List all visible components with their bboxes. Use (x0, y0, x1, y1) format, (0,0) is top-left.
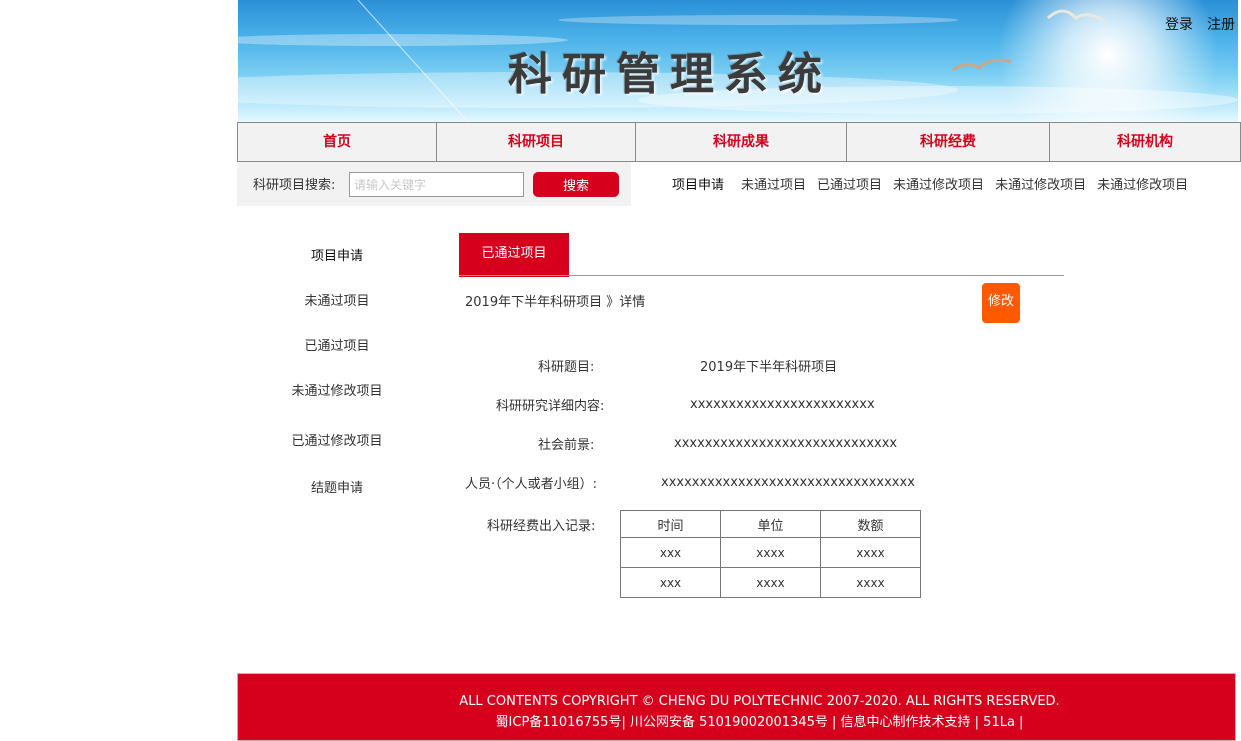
footer-icp: 蜀ICP备11016755号| 川公网安备 51019002001345号 | … (495, 715, 1024, 730)
sub-link-rejected-revised[interactable]: 未通过修改项目 (893, 174, 984, 193)
table-cell: xxx (620, 537, 721, 568)
main-nav: 首页 科研项目 科研成果 科研经费 科研机构 (237, 122, 1241, 162)
table-header-unit: 单位 (720, 510, 821, 538)
search-panel: 科研项目搜索: 搜索 (237, 162, 631, 206)
table-cell: xxxx (720, 537, 821, 568)
tab-divider (459, 275, 1064, 276)
nav-home[interactable]: 首页 (238, 123, 437, 161)
footer-copyright: ALL CONTENTS COPYRIGHT © CHENG DU POLYTE… (459, 694, 1060, 709)
title-value: 2019年下半年科研项目 (700, 360, 838, 375)
table-cell: xxxx (820, 567, 921, 598)
table-cell: xxxx (720, 567, 821, 598)
table-cell: xxx (620, 567, 721, 598)
tab-approved-projects[interactable]: 已通过项目 (459, 233, 569, 277)
sub-link-rejected-revised-2[interactable]: 未通过修改项目 (995, 174, 1086, 193)
login-link[interactable]: 登录 (1165, 14, 1193, 34)
nav-research-projects[interactable]: 科研项目 (437, 123, 636, 161)
header-banner: 科研管理系统 (238, 0, 1238, 122)
funds-label: 科研经费出入记录: (487, 519, 596, 534)
page: 科研管理系统 登录 注册 首页 科研项目 科研成果 科研经费 科研机构 科研项目… (0, 0, 1241, 741)
search-input[interactable] (349, 172, 524, 197)
content-value: xxxxxxxxxxxxxxxxxxxxxxxx (690, 397, 875, 412)
nav-research-funds[interactable]: 科研经费 (847, 123, 1050, 161)
sub-link-approved[interactable]: 已通过项目 (817, 174, 882, 193)
table-header-amount: 数额 (820, 510, 921, 538)
search-button[interactable]: 搜索 (533, 172, 619, 197)
people-value: xxxxxxxxxxxxxxxxxxxxxxxxxxxxxxxxx (661, 475, 915, 490)
auth-links: 登录 注册 (1165, 14, 1235, 34)
sidebar-item-rejected-revised[interactable]: 未通过修改项目 (237, 380, 437, 399)
sub-link-apply[interactable]: 项目申请 (672, 174, 724, 193)
register-link[interactable]: 注册 (1207, 14, 1235, 34)
sidebar-item-conclusion[interactable]: 结题申请 (237, 477, 437, 496)
prospect-value: xxxxxxxxxxxxxxxxxxxxxxxxxxxxx (674, 436, 898, 451)
sidebar-item-approved[interactable]: 已通过项目 (237, 335, 437, 354)
nav-research-institutions[interactable]: 科研机构 (1050, 123, 1240, 161)
search-label: 科研项目搜索: (253, 178, 336, 193)
breadcrumb: 2019年下半年科研项目 》详情 (465, 295, 646, 310)
table-header-time: 时间 (620, 510, 721, 538)
table-row: xxx xxxx xxxx (620, 537, 921, 568)
title-label: 科研题目: (538, 360, 595, 375)
table-header-row: 时间 单位 数额 (620, 510, 921, 538)
sidebar-item-rejected[interactable]: 未通过项目 (237, 290, 437, 309)
content-label: 科研研究详细内容: (496, 399, 605, 414)
sidebar-item-approved-revised[interactable]: 已通过修改项目 (237, 430, 437, 449)
table-row: xxx xxxx xxxx (620, 567, 921, 598)
sub-link-rejected-revised-3[interactable]: 未通过修改项目 (1097, 174, 1188, 193)
funds-table: 时间 单位 数额 xxx xxxx xxxx xxx xxxx xxxx (620, 510, 921, 598)
sub-link-rejected[interactable]: 未通过项目 (741, 174, 806, 193)
edit-button[interactable]: 修改 (982, 283, 1020, 323)
people-label: 人员·（个人或者小组）: (465, 477, 598, 492)
prospect-label: 社会前景: (538, 438, 595, 453)
nav-research-results[interactable]: 科研成果 (636, 123, 847, 161)
table-cell: xxxx (820, 537, 921, 568)
project-sub-links: 项目申请 未通过项目 已通过项目 未通过修改项目 未通过修改项目 未通过修改项目 (672, 174, 1199, 193)
footer: ALL CONTENTS COPYRIGHT © CHENG DU POLYTE… (237, 673, 1236, 741)
sidebar-item-apply[interactable]: 项目申请 (237, 245, 437, 264)
system-title: 科研管理系统 (508, 49, 832, 100)
